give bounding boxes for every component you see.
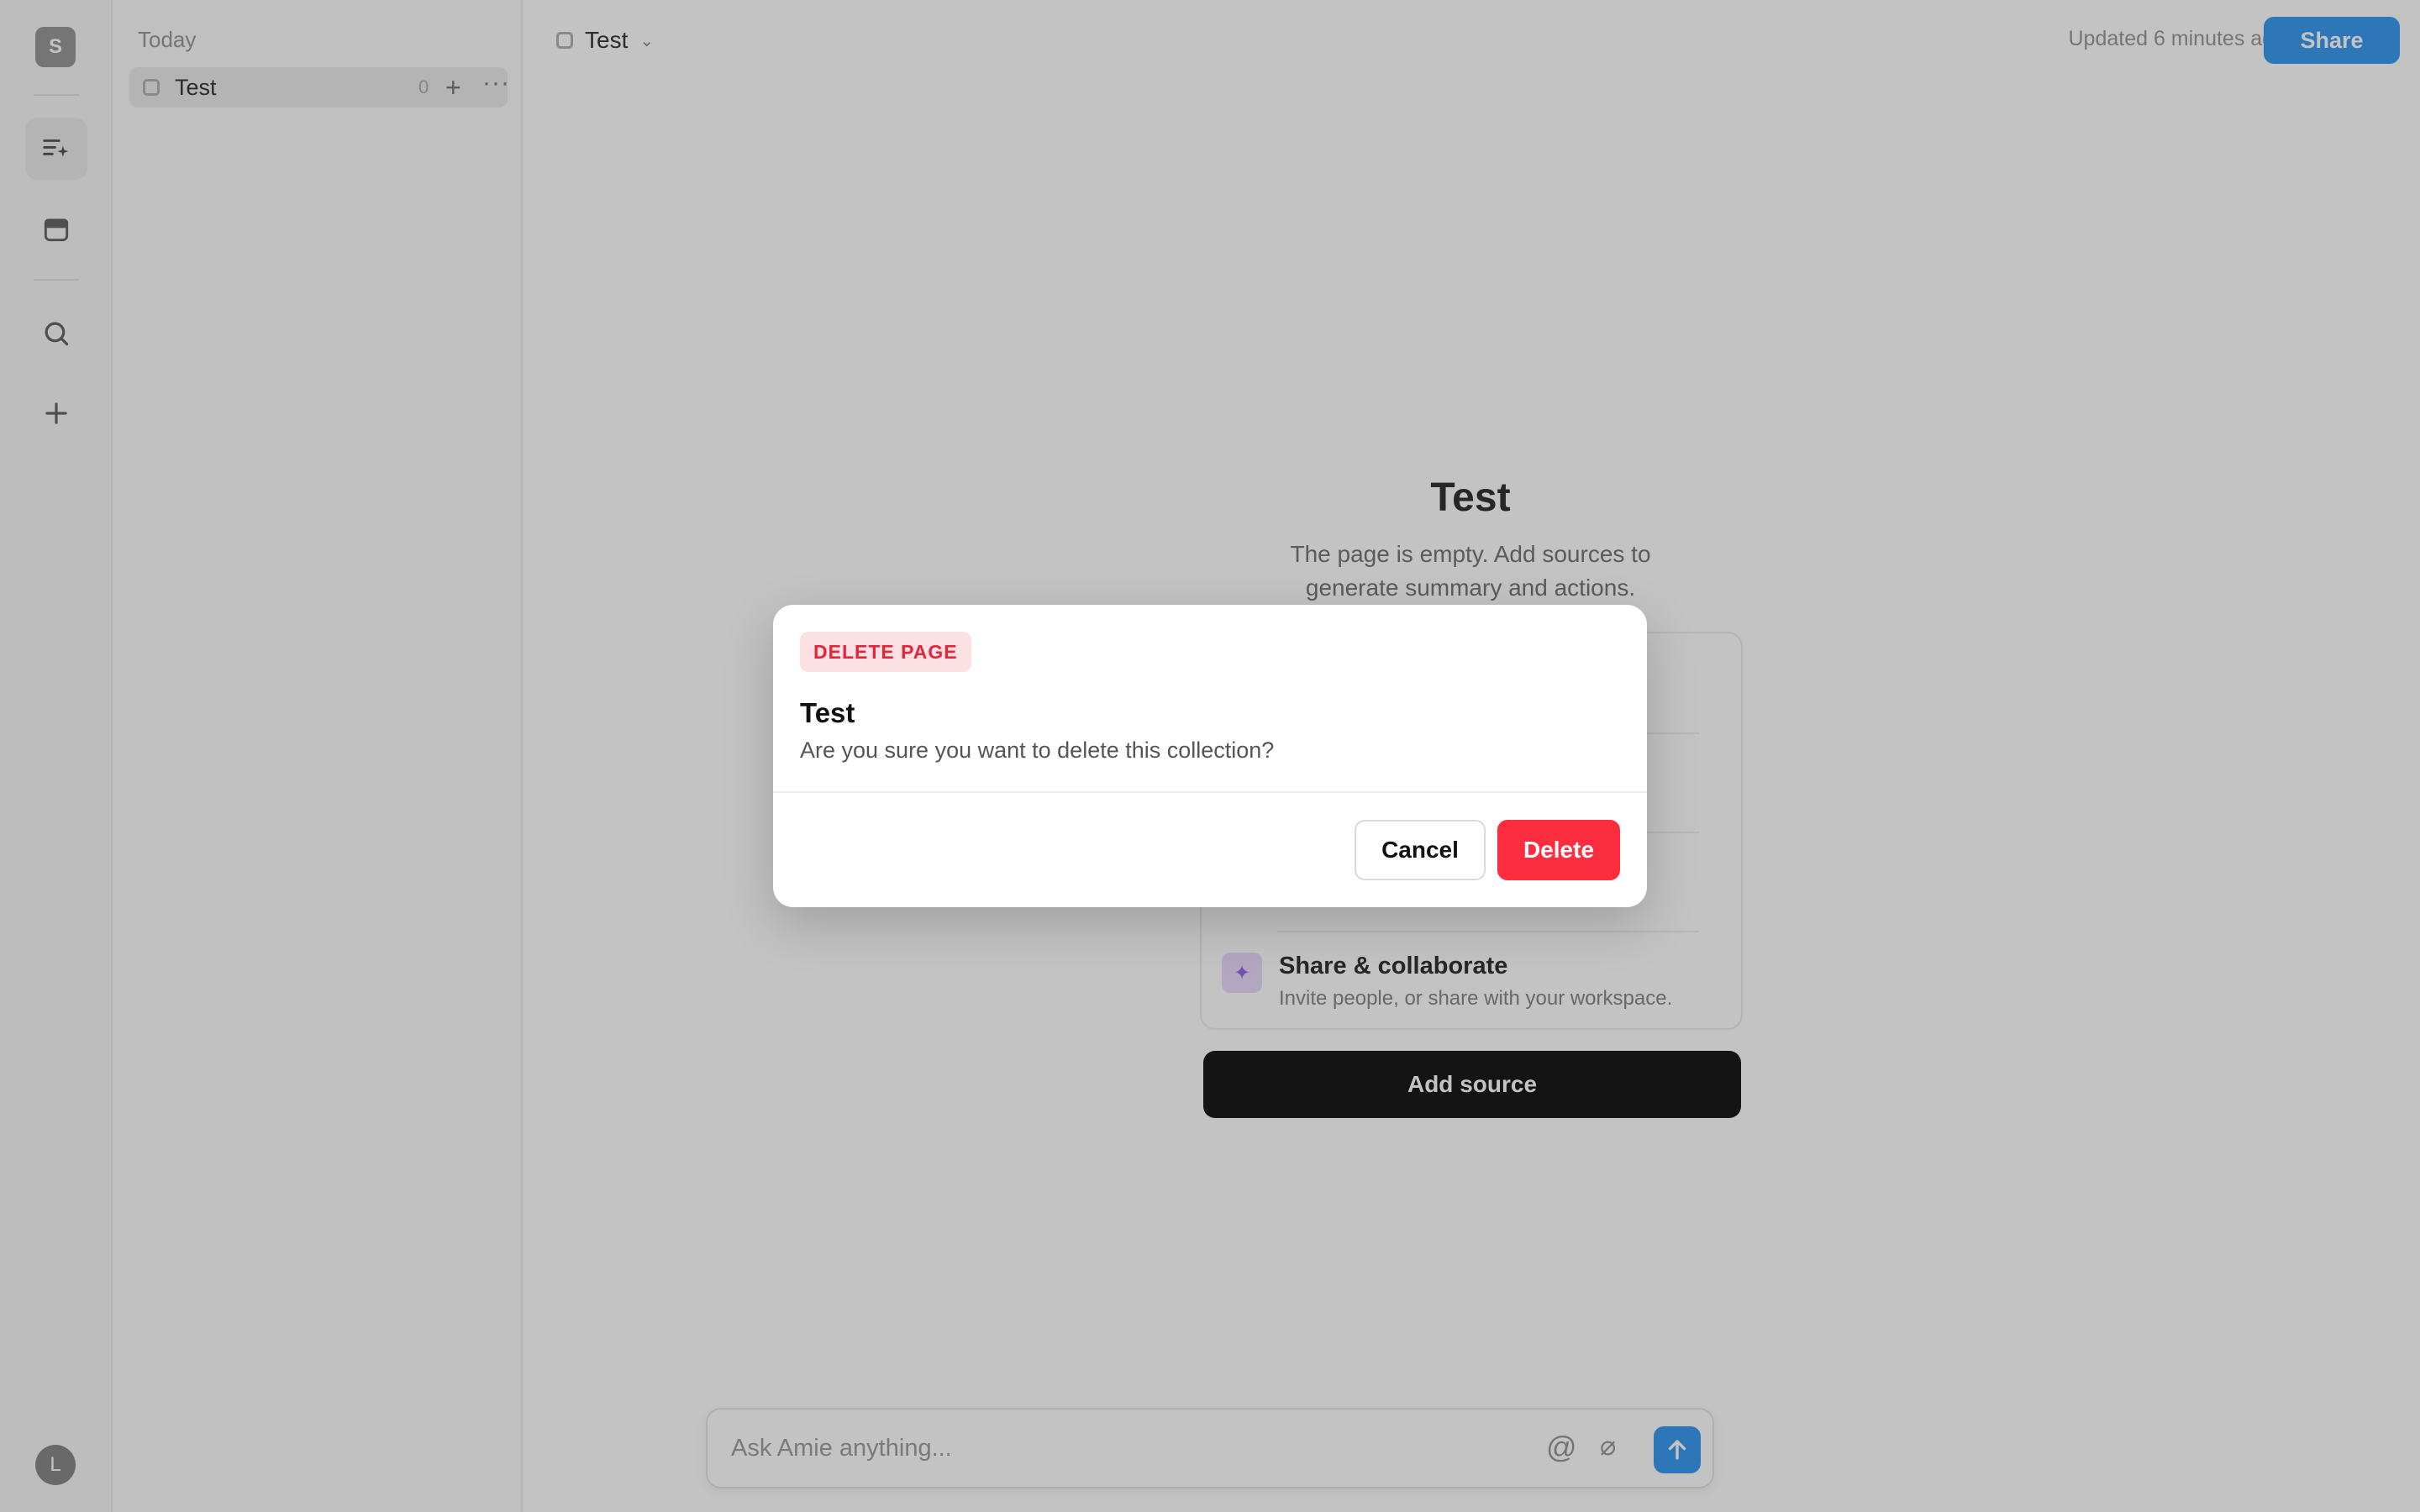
dialog-divider (773, 791, 1647, 793)
delete-page-dialog: DELETE PAGE Test Are you sure you want t… (773, 605, 1647, 907)
app-root: S L Today Test 0 + ··· Test ⌄ Updated 6 … (0, 0, 2420, 1512)
delete-page-badge: DELETE PAGE (800, 632, 971, 672)
dialog-heading: Test (800, 697, 855, 728)
delete-button[interactable]: Delete (1497, 820, 1620, 880)
cancel-button[interactable]: Cancel (1355, 820, 1486, 880)
dialog-question: Are you sure you want to delete this col… (800, 738, 1275, 763)
